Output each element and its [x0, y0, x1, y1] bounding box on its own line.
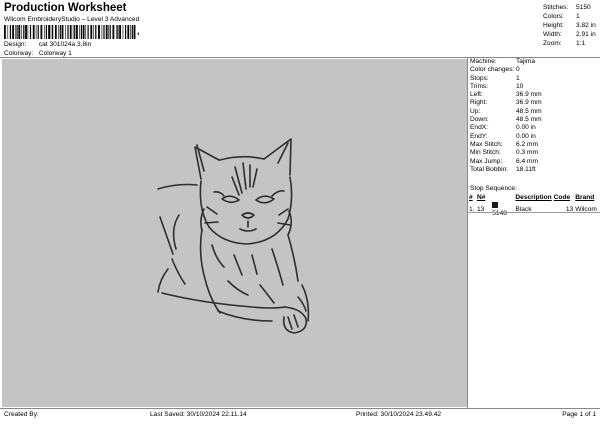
- design-stats-panel: Stitches: 5150 Colors: 1 Height: 3.82 in Wi…: [543, 3, 600, 48]
- stop-sequence-title: Stop Sequence:: [470, 185, 517, 192]
- info-row: Trims: 10: [470, 83, 600, 91]
- info-value: 0.3 mm: [516, 149, 538, 157]
- info-value: 18.11ft: [516, 165, 536, 173]
- stat-value: 1:1: [576, 40, 586, 48]
- info-label: Trims:: [470, 82, 489, 90]
- info-value: 0.00 in: [516, 132, 536, 140]
- barcode-text: ,: [137, 26, 140, 36]
- footer: Created By: Last Saved: 30/10/2024 22.11…: [0, 411, 600, 423]
- col-header: Code: [553, 194, 571, 201]
- page-number: Page 1 of 1: [562, 411, 596, 418]
- design-preview-canvas: [2, 59, 467, 407]
- machine-info-panel: Machine: Tajima Color changes: 0 Stops: 1 T…: [470, 58, 600, 174]
- info-label: EndX:: [470, 124, 488, 132]
- info-value: 0.00 in: [516, 124, 536, 132]
- info-row: Stops: 1: [470, 75, 600, 83]
- info-row: EndX: 0.00 in: [470, 124, 600, 132]
- page-title: Production Worksheet: [4, 2, 127, 14]
- info-value: 1: [516, 74, 520, 82]
- info-value: 0: [516, 66, 520, 74]
- cell-code: 13: [565, 206, 574, 213]
- stat-label: Stitches:: [543, 4, 569, 11]
- last-saved: Last Saved: 30/10/2024 22.11.14: [150, 411, 247, 418]
- stat-label: Width:: [543, 31, 562, 39]
- col-header: Description: [515, 194, 552, 201]
- cell-stop: 13: [476, 206, 485, 213]
- design-value: cat 301024a 3,8in: [38, 41, 92, 48]
- info-label: Down:: [470, 116, 489, 124]
- divider: [468, 212, 600, 213]
- col-header: N#: [476, 194, 486, 201]
- info-value: 36.9 mm: [516, 91, 542, 99]
- stat-row: Width: 2.91 in: [543, 30, 600, 39]
- info-row: Max Jump: 6.4 mm: [470, 158, 600, 166]
- info-value: 10: [516, 82, 524, 90]
- cell-description: Black: [515, 206, 532, 213]
- cat-embroidery-design: [157, 138, 310, 334]
- divider: [467, 58, 468, 408]
- info-label: Stops:: [470, 74, 489, 82]
- colorway-label: Colorway:: [4, 50, 34, 57]
- stat-label: Colors:: [543, 13, 564, 21]
- table-header-row: # N# Description Code Brand: [468, 194, 600, 202]
- software-subtitle: Wilcom EmbroideryStudio – Level 3 Advanc…: [4, 16, 140, 23]
- stat-label: Height:: [543, 22, 564, 30]
- printed-date: Printed: 30/10/2024 23.49.42: [356, 411, 442, 418]
- info-row: EndY: 0.00 in: [470, 133, 600, 141]
- info-label: Max Jump:: [470, 157, 503, 165]
- colorway-value: Colorway 1: [38, 50, 72, 57]
- col-header: [491, 194, 514, 202]
- stat-value: 2.91 in: [576, 31, 596, 39]
- cell-brand: Wilcom: [575, 206, 597, 213]
- design-label: Design:: [4, 41, 27, 48]
- stat-label: Zoom:: [543, 40, 562, 48]
- info-label: EndY:: [470, 132, 488, 140]
- info-row: Machine: Tajima: [470, 58, 600, 66]
- col-header: Brand: [575, 194, 595, 201]
- info-row: Down: 48.5 mm: [470, 116, 600, 124]
- divider: [0, 408, 600, 409]
- info-value: Tajima: [516, 58, 536, 65]
- info-value: 48.5 mm: [516, 107, 542, 115]
- stat-row: Zoom: 1:1: [543, 39, 600, 48]
- created-by: Created By:: [4, 411, 39, 418]
- info-row: Min Stitch: 0.3 mm: [470, 149, 600, 157]
- info-value: 6.2 mm: [516, 140, 538, 148]
- colorway-row: Colorway: Colorway 1: [4, 50, 72, 57]
- stat-value: 1: [576, 13, 580, 21]
- stat-value: 5150: [576, 4, 591, 11]
- stat-row: Colors: 1: [543, 12, 600, 21]
- info-value: 36.9 mm: [516, 99, 542, 107]
- info-label: Total Bobbin:: [470, 165, 509, 173]
- info-label: Up:: [470, 107, 481, 115]
- info-value: 6.4 mm: [516, 157, 538, 165]
- col-header: #: [469, 194, 473, 201]
- info-row: Right: 36.9 mm: [470, 99, 600, 107]
- stop-sequence-table: # N# Description Code Brand 1. 13 5148 B…: [468, 194, 600, 218]
- cell-index: 1.: [469, 206, 475, 213]
- stat-value: 3.82 in: [576, 22, 596, 30]
- info-label: Max Stitch:: [470, 140, 503, 148]
- info-label: Min Stitch:: [470, 149, 501, 157]
- barcode: [4, 25, 136, 39]
- color-swatch-icon: [492, 202, 499, 208]
- cell-thread: 5148: [491, 202, 514, 218]
- stat-row: Stitches: 5150: [543, 3, 600, 12]
- table-row[interactable]: 1. 13 5148 Black 13 Wilcom: [468, 202, 600, 218]
- info-label: Color changes:: [470, 66, 515, 74]
- info-value: 48.5 mm: [516, 116, 542, 124]
- info-label: Right:: [470, 99, 488, 107]
- info-row: Max Stitch: 6.2 mm: [470, 141, 600, 149]
- info-row: Left: 36.9 mm: [470, 91, 600, 99]
- design-row: Design: cat 301024a 3,8in: [4, 41, 91, 48]
- info-label: Left:: [470, 91, 483, 99]
- info-row: Up: 48.5 mm: [470, 108, 600, 116]
- stat-row: Height: 3.82 in: [543, 21, 600, 30]
- info-label: Machine:: [470, 58, 497, 65]
- info-row: Total Bobbin: 18.11ft: [470, 166, 600, 174]
- info-row: Color changes: 0: [470, 66, 600, 74]
